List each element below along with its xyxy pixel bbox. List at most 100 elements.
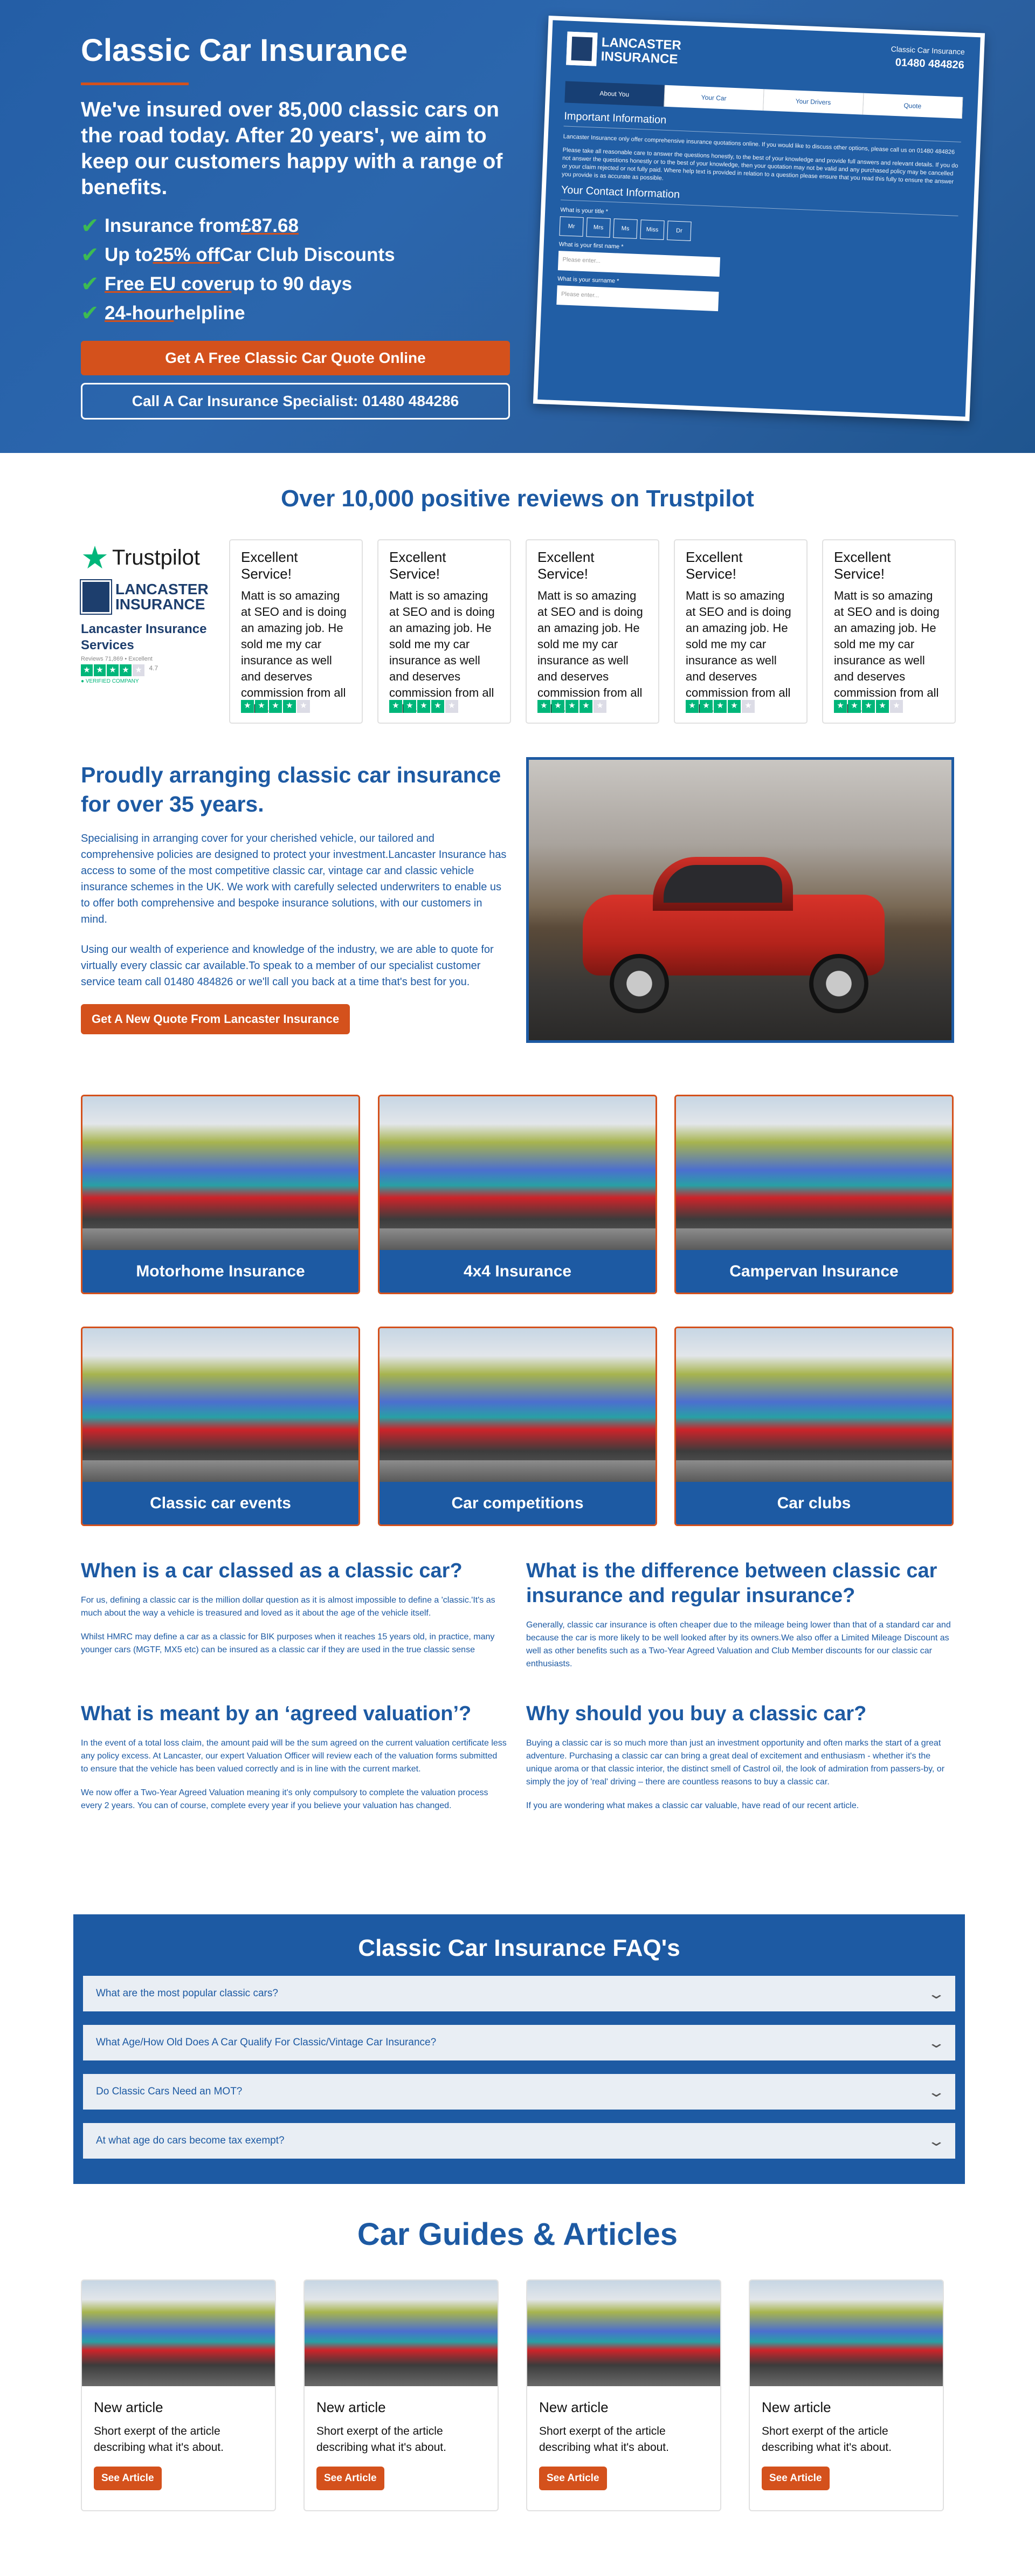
article-card: New article Short exerpt of the article … xyxy=(526,2279,721,2511)
title-option[interactable]: Mrs xyxy=(586,217,611,238)
logo-mark-icon xyxy=(566,31,598,66)
rating-stars: ★ ★ ★ ★ ★ xyxy=(834,700,903,713)
chevron-down-icon: ⌄ xyxy=(927,1985,946,2002)
rating-stars: ★ ★ ★ ★ ★ xyxy=(537,700,606,713)
quote-form-preview: LANCASTER INSURANCE Classic Car Insurance… xyxy=(533,16,985,421)
trustpilot-logo: ★ Trustpilot xyxy=(81,540,201,575)
article-title: New article xyxy=(762,2399,831,2415)
title-option[interactable]: Ms xyxy=(613,218,638,239)
faq-item[interactable]: Do Classic Cars Need an MOT? ⌄ xyxy=(83,2074,955,2110)
faq-item[interactable]: At what age do cars become tax exempt? ⌄ xyxy=(83,2123,955,2159)
verified-badge: ● VERIFIED COMPANY xyxy=(81,678,139,684)
review-card: Excellent Service! Matt is so amazing at… xyxy=(377,539,511,724)
benefit-list: ✔ Insurance from £87.68 ✔ Up to 25% off Ca… xyxy=(81,211,512,328)
article-excerpt: Short exerpt of the article describing w… xyxy=(539,2425,669,2454)
hero-section: Classic Car Insurance We've insured over… xyxy=(0,0,1035,453)
step-quote[interactable]: Quote xyxy=(862,93,963,119)
call-specialist-button[interactable]: Call A Car Insurance Specialist: 01480 4… xyxy=(81,383,510,420)
review-text: Matt is so amazing at SEO and is doing a… xyxy=(241,589,347,716)
review-text: Matt is so amazing at SEO and is doing a… xyxy=(834,589,940,716)
reviews-title: Over 10,000 positive reviews on Trustpil… xyxy=(281,485,754,512)
review-card: Excellent Service! Matt is so amazing at… xyxy=(674,539,808,724)
hero-title: Classic Car Insurance xyxy=(81,33,408,68)
tile-clubs[interactable]: Car clubs xyxy=(674,1327,954,1526)
article-excerpt: Short exerpt of the article describing w… xyxy=(316,2425,446,2454)
rating-stars: ★ ★ ★ ★ ★ xyxy=(686,700,755,713)
about-section: Proudly arranging classic car insurance … xyxy=(0,739,1035,1084)
faq-item[interactable]: What are the most popular classic cars? ⌄ xyxy=(83,1976,955,2011)
classic-cars-image xyxy=(380,1096,656,1250)
step-your-drivers[interactable]: Your Drivers xyxy=(763,89,864,115)
chevron-down-icon: ⌄ xyxy=(927,2132,946,2149)
check-icon: ✔ xyxy=(81,301,99,325)
review-title: Excellent Service! xyxy=(537,549,595,582)
tile-motorhome[interactable]: Motorhome Insurance xyxy=(81,1095,360,1294)
free-quote-button[interactable]: Get A Free Classic Car Quote Online xyxy=(81,341,510,375)
review-card: Excellent Service! Matt is so amazing at… xyxy=(526,539,659,724)
title-underline xyxy=(81,83,189,85)
tile-campervan[interactable]: Campervan Insurance xyxy=(674,1095,954,1294)
review-title: Excellent Service! xyxy=(834,549,891,582)
chevron-down-icon: ⌄ xyxy=(927,2034,946,2051)
first-name-input[interactable]: Please enter... xyxy=(557,251,721,277)
new-quote-button[interactable]: Get A New Quote From Lancaster Insurance xyxy=(81,1004,350,1034)
review-title: Excellent Service! xyxy=(241,549,298,582)
tile-4x4[interactable]: 4x4 Insurance xyxy=(378,1095,657,1294)
article-excerpt: Short exerpt of the article describing w… xyxy=(762,2425,892,2454)
benefit-item: ✔ 24-hour helpline xyxy=(81,301,245,325)
article-image xyxy=(305,2280,498,2386)
faq-title: Classic Car Insurance FAQ's xyxy=(358,1935,680,1961)
benefit-highlight: 25% off xyxy=(153,244,220,265)
article-title: New article xyxy=(539,2399,609,2415)
review-count: Reviews 71,869 • Excellent xyxy=(81,656,153,662)
surname-input[interactable]: Please enter... xyxy=(556,285,719,312)
check-icon: ✔ xyxy=(81,272,99,296)
article-card: New article Short exerpt of the article … xyxy=(303,2279,499,2511)
step-about-you[interactable]: About You xyxy=(564,81,665,107)
classic-cars-image xyxy=(82,1328,358,1482)
insurance-tiles: Motorhome Insurance 4x4 Insurance Camper… xyxy=(0,1095,1035,1558)
benefit-highlight: Free EU cover xyxy=(105,273,232,294)
info-difference: What is the difference between classic c… xyxy=(526,1560,951,1668)
article-image xyxy=(82,2280,275,2386)
review-card: Excellent Service! Matt is so amazing at… xyxy=(822,539,956,724)
tile-events[interactable]: Classic car events xyxy=(81,1327,360,1526)
form-header: LANCASTER INSURANCE Classic Car Insurance… xyxy=(566,31,965,81)
info-agreed-valuation: What is meant by an ‘agreed valuation’? … xyxy=(81,1702,507,1810)
about-content: Proudly arranging classic car insurance … xyxy=(81,760,507,1034)
review-text: Matt is so amazing at SEO and is doing a… xyxy=(686,589,791,716)
see-article-button[interactable]: See Article xyxy=(94,2467,162,2490)
company-name: Lancaster Insurance Services xyxy=(81,622,207,652)
check-icon: ✔ xyxy=(81,214,99,238)
hero-content: Classic Car Insurance We've insured over… xyxy=(81,32,512,420)
info-classic-definition: When is a car classed as a classic car? … xyxy=(81,1560,495,1654)
tile-competitions[interactable]: Car competitions xyxy=(378,1327,657,1526)
faq-item[interactable]: What Age/How Old Does A Car Qualify For … xyxy=(83,2025,955,2060)
title-option[interactable]: Miss xyxy=(640,219,665,240)
rating-stars: ★ ★ ★ ★ ★ xyxy=(241,700,310,713)
see-article-button[interactable]: See Article xyxy=(539,2467,607,2490)
lancaster-logo: LANCASTER INSURANCE xyxy=(80,579,221,615)
review-text: Matt is so amazing at SEO and is doing a… xyxy=(537,589,643,716)
review-title: Excellent Service! xyxy=(389,549,446,582)
logo-mark-icon xyxy=(80,579,112,615)
see-article-button[interactable]: See Article xyxy=(762,2467,830,2490)
about-paragraph: Using our wealth of experience and knowl… xyxy=(81,944,494,988)
rating-stars: ★ ★ ★ ★ ★ 4.7 xyxy=(81,664,221,676)
articles-section: New article Short exerpt of the article … xyxy=(0,2252,1035,2576)
review-text: Matt is so amazing at SEO and is doing a… xyxy=(389,589,495,716)
title-option[interactable]: Mr xyxy=(559,216,584,237)
about-paragraph: Specialising in arranging cover for your… xyxy=(81,833,507,925)
benefit-item: ✔ Insurance from £87.68 xyxy=(81,214,299,238)
article-image xyxy=(527,2280,720,2386)
form-phone[interactable]: 01480 484826 xyxy=(890,57,964,72)
classic-cars-image xyxy=(676,1328,952,1482)
title-option[interactable]: Dr xyxy=(667,221,692,241)
see-article-button[interactable]: See Article xyxy=(316,2467,384,2490)
about-title: Proudly arranging classic car insurance … xyxy=(81,763,501,816)
classic-cars-image xyxy=(380,1328,656,1482)
hero-intro: We've insured over 85,000 classic cars o… xyxy=(81,98,503,199)
trustpilot-widget[interactable]: ★ Trustpilot LANCASTER INSURANCE Lancaster… xyxy=(80,539,221,684)
chevron-down-icon: ⌄ xyxy=(927,2083,946,2100)
step-your-car[interactable]: Your Car xyxy=(664,85,764,111)
